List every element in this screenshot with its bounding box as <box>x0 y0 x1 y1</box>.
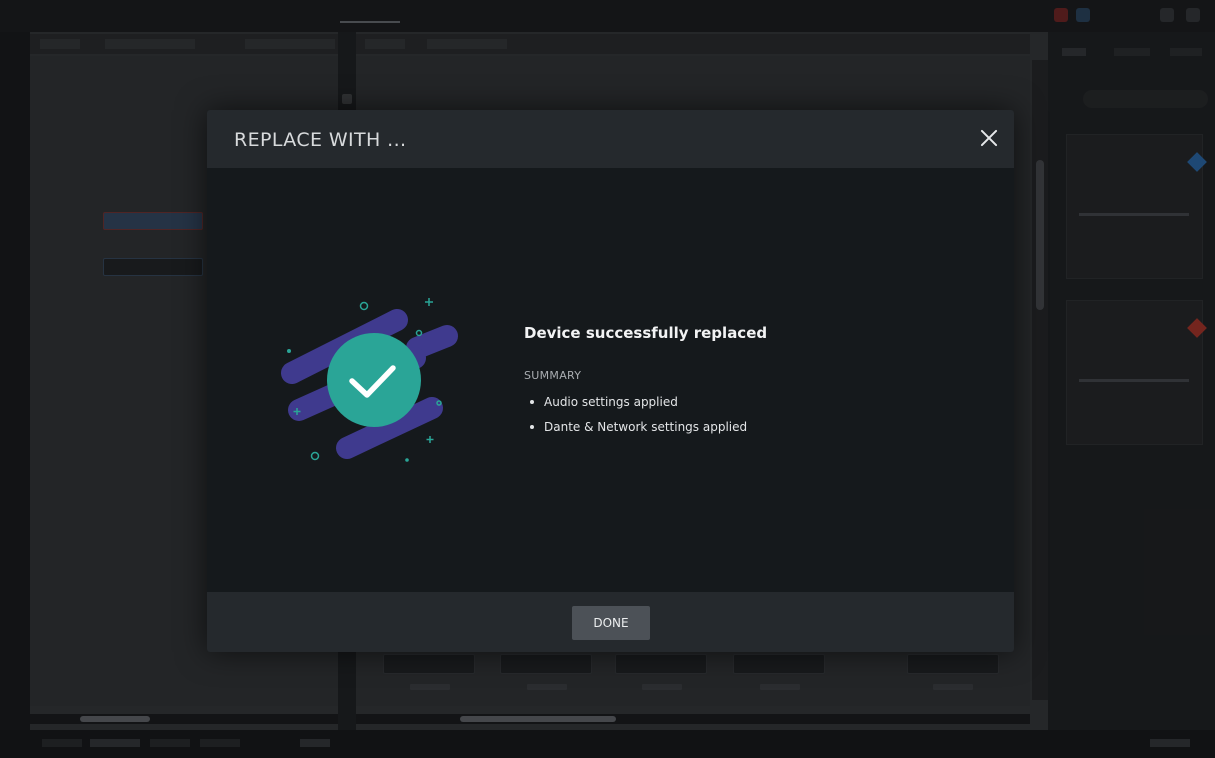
dialog-footer: DONE <box>207 592 1014 652</box>
replace-with-dialog: REPLACE WITH ... Device successfully rep… <box>207 110 1014 652</box>
list-item: Dante & Network settings applied <box>530 420 747 434</box>
dialog-title: REPLACE WITH ... <box>234 129 407 151</box>
success-title: Device successfully replaced <box>524 324 768 342</box>
dialog-header: REPLACE WITH ... <box>207 110 1014 168</box>
bullet-icon <box>530 399 534 404</box>
summary-item-text: Dante & Network settings applied <box>544 420 748 434</box>
success-illustration <box>281 298 458 462</box>
bullet-icon <box>530 424 534 429</box>
summary-heading: SUMMARY <box>524 369 582 382</box>
close-icon[interactable] <box>976 125 1002 151</box>
summary-item-text: Audio settings applied <box>544 395 678 409</box>
checkmark-circle <box>327 333 421 427</box>
done-button[interactable]: DONE <box>572 606 650 640</box>
list-item: Audio settings applied <box>530 395 747 409</box>
summary-list: Audio settings applied Dante & Network s… <box>530 395 747 445</box>
